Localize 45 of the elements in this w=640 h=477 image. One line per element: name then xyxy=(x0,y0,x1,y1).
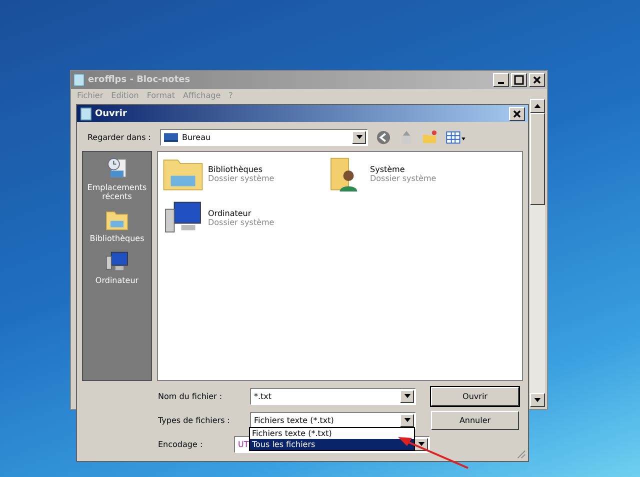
caret-icon xyxy=(418,442,424,446)
caret-icon xyxy=(404,394,410,398)
look-in-label: Regarder dans : xyxy=(86,132,152,142)
encoding-label: Encodage : xyxy=(158,440,204,448)
place-label[interactable]: Emplacements récents xyxy=(85,183,149,201)
close-icon xyxy=(512,108,522,118)
view-menu-icon[interactable] xyxy=(445,130,467,144)
resize-grip-icon[interactable] xyxy=(515,448,526,459)
place-label[interactable]: Bibliothèques xyxy=(85,234,149,243)
dropdown-option[interactable]: Tous les fichiers xyxy=(250,439,414,450)
file-type-dropdown[interactable]: Fichiers texte (*.txt) xyxy=(250,412,416,428)
caret-icon xyxy=(404,418,410,422)
open-button[interactable]: Ouvrir xyxy=(431,386,519,406)
item-type: Dossier système xyxy=(208,218,274,227)
place-label[interactable]: Ordinateur xyxy=(85,276,149,285)
down-arrow-icon[interactable] xyxy=(534,398,541,402)
close-icon xyxy=(532,75,542,85)
maximize-icon xyxy=(514,75,524,85)
notepad-icon xyxy=(73,73,85,87)
item-name[interactable]: Système xyxy=(370,165,436,174)
notepad-icon xyxy=(80,106,92,120)
item-type: Dossier système xyxy=(370,174,436,183)
dialog-title: Ouvrir xyxy=(95,108,127,118)
back-icon[interactable] xyxy=(376,130,391,144)
file-name-field[interactable]: *.txt xyxy=(250,388,416,404)
caret-icon xyxy=(356,135,362,139)
annotation-arrow xyxy=(398,437,468,469)
maximize-button[interactable] xyxy=(511,73,527,87)
item-name[interactable]: Ordinateur xyxy=(208,209,274,218)
close-button[interactable] xyxy=(529,73,545,87)
dropdown-option[interactable]: Fichiers texte (*.txt) xyxy=(250,428,414,439)
up-arrow-icon[interactable] xyxy=(534,104,541,108)
scrollbar[interactable] xyxy=(530,99,545,407)
item-type: Dossier système xyxy=(208,174,274,183)
cancel-button[interactable]: Annuler xyxy=(431,410,519,430)
minimize-icon xyxy=(498,82,504,84)
file-name-label: Nom du fichier : xyxy=(158,392,224,400)
look-in-dropdown[interactable]: Bureau xyxy=(160,128,368,146)
item-name[interactable]: Bibliothèques xyxy=(208,165,274,174)
close-button[interactable] xyxy=(509,106,525,120)
minimize-button[interactable] xyxy=(493,73,509,87)
desktop-icon xyxy=(164,132,178,142)
file-type-label: Types de fichiers : xyxy=(158,416,231,424)
new-folder-icon[interactable] xyxy=(422,130,437,144)
window-title: erofflps - Bloc-notes xyxy=(88,75,190,85)
